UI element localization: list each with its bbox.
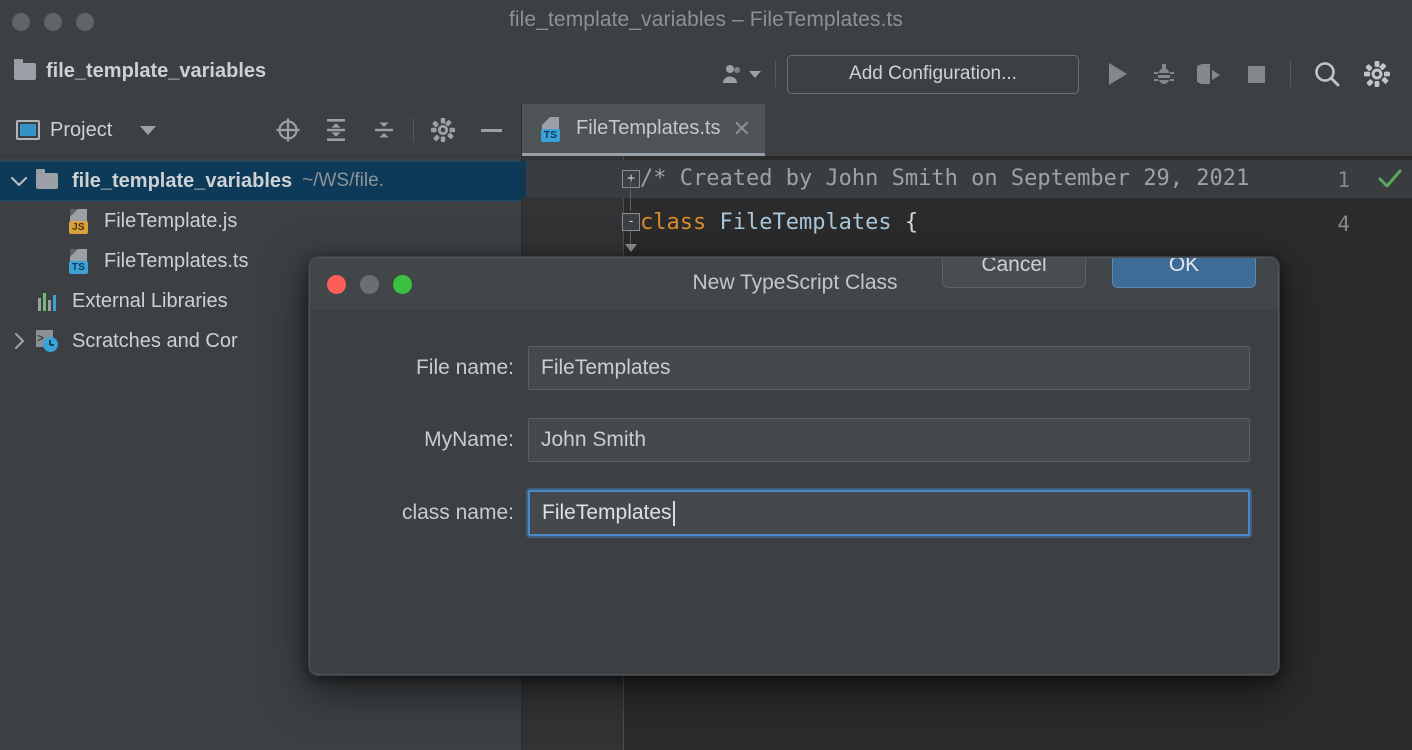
typescript-file-icon: TS (538, 115, 564, 143)
window-title: file_template_variables – FileTemplates.… (0, 8, 1412, 32)
stop-icon[interactable] (1233, 54, 1279, 94)
file-badge: JS (69, 221, 88, 234)
file-name-field[interactable]: FileTemplates (528, 346, 1250, 390)
main-toolbar: Add Configuration... (718, 44, 1402, 104)
collapse-all-icon[interactable] (360, 110, 408, 150)
ide-window: file_template_variables – FileTemplates.… (0, 0, 1412, 750)
hide-panel-icon[interactable] (467, 110, 515, 150)
external-libraries-icon (34, 287, 64, 315)
panel-toolbar-divider (413, 118, 414, 142)
tree-twisty-collapsed-icon[interactable] (4, 321, 34, 361)
editor-tab-strip: TS FileTemplates.ts ✕ (522, 104, 1412, 156)
tree-label: FileTemplate.js (104, 210, 237, 233)
file-badge: TS (69, 261, 88, 274)
settings-gear-icon[interactable] (1352, 54, 1402, 94)
run-with-coverage-icon[interactable] (1187, 54, 1233, 94)
ok-button[interactable]: OK (1112, 257, 1256, 288)
tree-twisty-expanded-icon[interactable] (4, 161, 34, 201)
fold-region-line (630, 179, 631, 211)
code-line-class: class FileTemplates { (640, 210, 918, 235)
my-name-label: MyName: (348, 428, 514, 452)
scratches-icon: > (34, 327, 64, 355)
current-line-marker (522, 160, 526, 198)
tree-label: FileTemplates.ts (104, 250, 249, 273)
folder-icon (14, 63, 36, 80)
navigation-bar: file_template_variables Add Configuratio… (0, 44, 1412, 104)
panel-settings-icon[interactable] (419, 110, 467, 150)
breadcrumb[interactable]: file_template_variables (14, 60, 266, 83)
file-badge: TS (541, 129, 560, 142)
cancel-button[interactable]: Cancel (942, 257, 1086, 288)
class-name-field[interactable]: FileTemplates (528, 490, 1250, 536)
breadcrumb-project-name: file_template_variables (46, 60, 266, 83)
field-row-my-name: MyName: John Smith (348, 418, 1250, 462)
close-icon[interactable]: ✕ (733, 118, 751, 140)
code-brace: { (905, 210, 918, 235)
tree-path: ~/WS/file. (302, 170, 384, 192)
class-name-value: FileTemplates (542, 501, 672, 525)
tree-label: External Libraries (72, 290, 228, 313)
folder-icon (34, 167, 64, 195)
dialog-button-bar: Cancel OK (942, 257, 1256, 288)
window-titlebar: file_template_variables – FileTemplates.… (0, 0, 1412, 44)
field-row-class-name: class name: FileTemplates (348, 490, 1250, 536)
user-accounts-icon[interactable] (718, 56, 764, 92)
code-class-name: FileTemplates (706, 210, 905, 235)
tree-row-file-template-js[interactable]: JS FileTemplate.js (0, 201, 521, 241)
class-name-label: class name: (348, 501, 514, 525)
line-number: 4 (1337, 212, 1350, 236)
typescript-file-icon: TS (66, 247, 96, 275)
toolbar-divider (775, 61, 776, 87)
editor-tab-label: FileTemplates.ts (576, 117, 721, 140)
text-caret (673, 501, 675, 526)
fold-region-end-icon (625, 244, 637, 252)
code-line-comment: /* Created by John Smith on September 29… (640, 166, 1249, 191)
fold-region-line-lower (630, 231, 631, 245)
select-opened-file-icon[interactable] (264, 110, 312, 150)
debug-icon[interactable] (1141, 54, 1187, 94)
tree-label: file_template_variables (72, 170, 292, 193)
add-configuration-button[interactable]: Add Configuration... (787, 55, 1079, 94)
inspection-ok-checkmark-icon[interactable] (1376, 166, 1404, 192)
toolbar-divider-2 (1290, 61, 1291, 87)
fold-collapse-icon[interactable]: - (622, 213, 640, 231)
editor-tab-file-templates-ts[interactable]: TS FileTemplates.ts ✕ (522, 104, 765, 156)
tab-project[interactable]: Project (16, 119, 156, 142)
run-icon[interactable] (1095, 54, 1141, 94)
project-tab-label: Project (50, 119, 112, 142)
line-number: 1 (1337, 168, 1350, 192)
tree-label: Scratches and Cor (72, 330, 238, 353)
chevron-down-icon (749, 71, 761, 78)
search-everywhere-icon[interactable] (1302, 54, 1352, 94)
expand-all-icon[interactable] (312, 110, 360, 150)
field-row-file-name: File name: FileTemplates (348, 346, 1250, 390)
project-view-icon (16, 120, 40, 140)
fold-expand-icon[interactable]: + (622, 170, 640, 188)
new-typescript-class-dialog: New TypeScript Class File name: FileTemp… (309, 257, 1279, 675)
chevron-down-icon[interactable] (140, 126, 156, 135)
code-keyword: class (640, 210, 706, 235)
project-panel-header: Project (0, 104, 521, 157)
tree-row-project-root[interactable]: file_template_variables ~/WS/file. (0, 161, 521, 201)
file-name-label: File name: (348, 356, 514, 380)
javascript-file-icon: JS (66, 207, 96, 235)
project-panel-toolbar (264, 104, 515, 156)
my-name-field[interactable]: John Smith (528, 418, 1250, 462)
